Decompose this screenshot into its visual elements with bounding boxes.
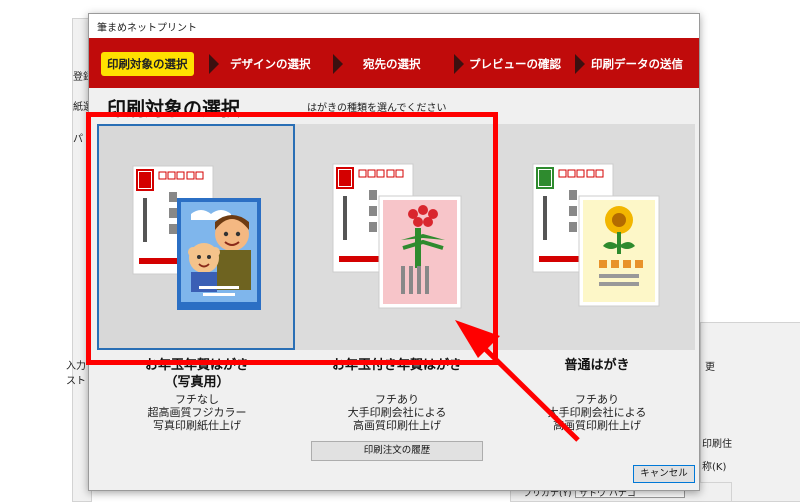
card-title-standard: 普通はがき xyxy=(564,358,630,373)
step-select-address[interactable]: 宛先の選択 xyxy=(363,52,421,76)
background-more-label: 更 xyxy=(705,362,715,373)
desc-line: 超高画質フジカラー xyxy=(147,406,247,419)
step-arrow-icon xyxy=(209,54,219,74)
net-print-dialog: 筆まめネットプリント 印刷対象の選択 デザインの選択 宛先の選択 プレビューの確… xyxy=(88,13,700,491)
desc-line: フチあり xyxy=(575,393,619,406)
card-desc-standard: フチあり 大手印刷会社による 高画質印刷仕上げ xyxy=(497,393,697,432)
desc-line: フチあり xyxy=(375,393,419,406)
order-history-button[interactable]: 印刷注文の履歴 xyxy=(311,441,483,461)
option-lottery-new-year-card[interactable] xyxy=(297,124,495,350)
background-pa-label: パ xyxy=(73,134,83,145)
card-desc-photo: フチなし 超高画質フジカラー 写真印刷紙仕上げ xyxy=(97,393,297,432)
postcard-type-options xyxy=(97,124,695,350)
option-photo-new-year-card[interactable] xyxy=(97,124,295,350)
step-select-target[interactable]: 印刷対象の選択 xyxy=(101,52,194,76)
step-arrow-icon xyxy=(454,54,464,74)
step-preview[interactable]: プレビューの確認 xyxy=(469,52,561,76)
background-list-label: スト xyxy=(66,376,86,387)
card-subtitle-photo: （写真用） xyxy=(164,375,230,390)
new-year-postcard-illustration xyxy=(332,163,462,309)
background-input-label: 入力 xyxy=(66,361,86,372)
step-send-data[interactable]: 印刷データの送信 xyxy=(591,52,683,76)
card-title-lottery: お年玉付き年賀はがき xyxy=(331,358,462,373)
window-title: 筆まめネットプリント xyxy=(97,23,197,34)
card-desc-lottery: フチあり 大手印刷会社による 高画質印刷仕上げ xyxy=(297,393,497,432)
background-k-label: 称(K) xyxy=(702,462,727,473)
desc-line: フチなし xyxy=(175,393,219,406)
cancel-button[interactable]: キャンセル xyxy=(633,465,695,483)
wizard-step-bar: 印刷対象の選択 デザインの選択 宛先の選択 プレビューの確認 印刷データの送信 xyxy=(89,38,699,88)
standard-postcard-illustration xyxy=(532,163,660,307)
step-arrow-icon xyxy=(575,54,585,74)
desc-line: 高画質印刷仕上げ xyxy=(553,419,641,432)
step-arrow-icon xyxy=(333,54,343,74)
desc-line: 大手印刷会社による xyxy=(347,406,447,419)
photo-postcard-illustration xyxy=(132,165,261,310)
background-window-right xyxy=(700,322,800,502)
desc-line: 写真印刷紙仕上げ xyxy=(153,419,241,432)
desc-line: 大手印刷会社による xyxy=(547,406,647,419)
page-hint: はがきの種類を選んでください xyxy=(307,103,447,114)
background-print-address-label: 印刷住 xyxy=(702,439,732,450)
title-bar: 筆まめネットプリント xyxy=(89,14,699,38)
desc-line: 高画質印刷仕上げ xyxy=(353,419,441,432)
page-title: 印刷対象の選択 xyxy=(107,98,241,120)
option-standard-postcard[interactable] xyxy=(497,124,695,350)
step-select-design[interactable]: デザインの選択 xyxy=(230,52,311,76)
